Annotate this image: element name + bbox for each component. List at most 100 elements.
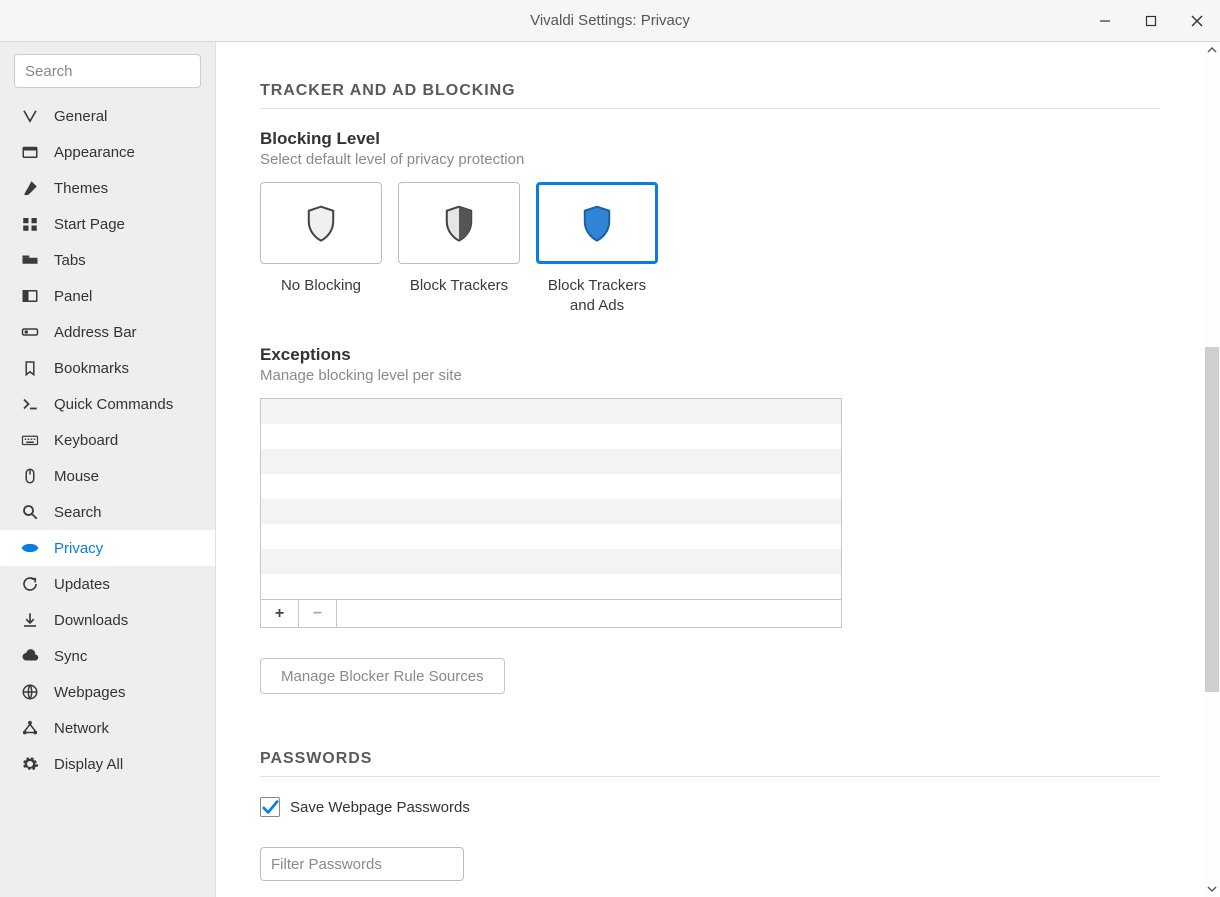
sidebar-item-mouse[interactable]: Mouse [0,458,215,494]
list-item[interactable] [261,424,841,449]
sidebar-item-label: Mouse [54,468,99,485]
sidebar-item-label: Sync [54,648,87,665]
sidebar-item-appearance[interactable]: Appearance [0,134,215,170]
sidebar-item-address-bar[interactable]: Address Bar [0,314,215,350]
sidebar-item-label: Webpages [54,684,125,701]
scroll-down-icon[interactable] [1204,881,1220,897]
sidebar-item-start-page[interactable]: Start Page [0,206,215,242]
sidebar-item-sync[interactable]: Sync [0,638,215,674]
exceptions-box: + − [260,398,842,628]
sidebar-item-label: Display All [54,756,123,773]
sidebar-item-general[interactable]: General [0,98,215,134]
prompt-icon [20,394,40,414]
sidebar-item-themes[interactable]: Themes [0,170,215,206]
scroll-up-icon[interactable] [1204,42,1220,58]
sidebar-item-bookmarks[interactable]: Bookmarks [0,350,215,386]
list-item[interactable] [261,524,841,549]
sidebar-item-quick-commands[interactable]: Quick Commands [0,386,215,422]
exceptions-title: Exceptions [260,345,1160,365]
blocking-level-options: No Blocking Block Trackers Block Tracker… [260,182,1160,315]
shield-outline-icon [304,204,338,242]
window-controls [1082,0,1220,42]
save-passwords-checkbox[interactable]: Save Webpage Passwords [260,797,1160,817]
passwords-heading: PASSWORDS [260,750,1160,768]
exceptions-list[interactable] [261,399,841,599]
blocking-option-ads[interactable] [536,182,658,264]
maximize-button[interactable] [1128,0,1174,42]
blocking-option-label: Block Trackers and Ads [536,276,658,315]
addressbar-icon [20,322,40,342]
exceptions-desc: Manage blocking level per site [260,367,1160,384]
blocking-option-label: Block Trackers [398,276,520,296]
tabs-icon [20,250,40,270]
list-item[interactable] [261,449,841,474]
divider [260,108,1160,109]
network-icon [20,718,40,738]
sidebar-item-label: Panel [54,288,92,305]
sidebar-item-label: Keyboard [54,432,118,449]
sidebar-item-label: General [54,108,107,125]
scrollbar[interactable] [1204,42,1220,897]
sidebar: General Appearance Themes Start Page Tab… [0,42,216,897]
sidebar-item-tabs[interactable]: Tabs [0,242,215,278]
sidebar-item-privacy[interactable]: Privacy [0,530,215,566]
mouse-icon [20,466,40,486]
sidebar-item-search[interactable]: Search [0,494,215,530]
scrollbar-thumb[interactable] [1205,347,1219,692]
sidebar-item-network[interactable]: Network [0,710,215,746]
search-input[interactable] [14,54,201,88]
list-item[interactable] [261,549,841,574]
minimize-button[interactable] [1082,0,1128,42]
window-title: Vivaldi Settings: Privacy [530,12,690,29]
sidebar-item-webpages[interactable]: Webpages [0,674,215,710]
sidebar-item-label: Privacy [54,540,103,557]
sidebar-item-keyboard[interactable]: Keyboard [0,422,215,458]
download-icon [20,610,40,630]
sidebar-item-label: Updates [54,576,110,593]
gear-icon [20,754,40,774]
sidebar-item-label: Downloads [54,612,128,629]
panel-icon [20,286,40,306]
blocking-level-desc: Select default level of privacy protecti… [260,151,1160,168]
sidebar-item-label: Quick Commands [54,396,173,413]
settings-content[interactable]: TRACKER AND AD BLOCKING Blocking Level S… [216,42,1220,897]
sidebar-item-label: Tabs [54,252,86,269]
sidebar-item-downloads[interactable]: Downloads [0,602,215,638]
vivaldi-icon [20,106,40,126]
remove-exception-button[interactable]: − [299,600,337,627]
sidebar-item-label: Address Bar [54,324,137,341]
save-passwords-label: Save Webpage Passwords [290,799,470,816]
sidebar-item-updates[interactable]: Updates [0,566,215,602]
exceptions-toolbar: + − [261,599,841,627]
filter-passwords-input[interactable] [260,847,464,881]
blocking-option-trackers[interactable] [398,182,520,264]
sidebar-item-panel[interactable]: Panel [0,278,215,314]
search-icon [20,502,40,522]
sidebar-item-label: Network [54,720,109,737]
bookmark-icon [20,358,40,378]
grid-icon [20,214,40,234]
sidebar-nav: General Appearance Themes Start Page Tab… [0,98,215,782]
sidebar-item-label: Themes [54,180,108,197]
list-item[interactable] [261,499,841,524]
window-icon [20,142,40,162]
close-button[interactable] [1174,0,1220,42]
tracker-heading: TRACKER AND AD BLOCKING [260,82,1160,100]
sidebar-item-label: Appearance [54,144,135,161]
manage-sources-button[interactable]: Manage Blocker Rule Sources [260,658,505,694]
checkbox-icon [260,797,280,817]
eye-icon [20,538,40,558]
refresh-icon [20,574,40,594]
brush-icon [20,178,40,198]
blocking-option-none[interactable] [260,182,382,264]
divider [260,776,1160,777]
list-item[interactable] [261,399,841,424]
blocking-level-title: Blocking Level [260,129,1160,149]
sidebar-item-label: Start Page [54,216,125,233]
sidebar-item-display-all[interactable]: Display All [0,746,215,782]
shield-half-icon [442,204,476,242]
list-item[interactable] [261,574,841,599]
add-exception-button[interactable]: + [261,600,299,627]
list-item[interactable] [261,474,841,499]
shield-full-icon [580,204,614,242]
